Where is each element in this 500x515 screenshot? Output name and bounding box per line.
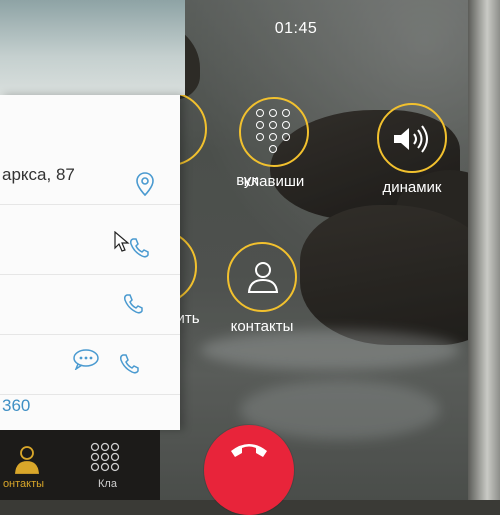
contact-header-photo (0, 0, 185, 95)
phone-icon[interactable] (118, 353, 140, 375)
person-icon (15, 446, 39, 474)
phone-row[interactable] (0, 275, 180, 335)
speaker-icon (394, 125, 428, 153)
call-timer: 01:45 (274, 20, 318, 37)
tab-contacts[interactable]: онтакты (0, 430, 61, 500)
location-pin-icon[interactable] (135, 171, 155, 197)
keypad-label: клавиши (243, 173, 305, 190)
number-row[interactable]: 360 (0, 380, 180, 430)
address-text: аркса, 87 (2, 165, 75, 184)
keypad-button[interactable]: клавиши (214, 97, 334, 190)
tab-bar: онтакты Кла (0, 430, 160, 500)
speaker-label: динамик (382, 179, 442, 196)
message-icon[interactable] (72, 348, 100, 370)
hang-up-icon (231, 444, 267, 457)
phone-icon[interactable] (128, 237, 150, 259)
tab-keypad[interactable]: Кла (70, 430, 145, 500)
phone-icon[interactable] (122, 293, 144, 315)
device-bezel (468, 0, 500, 500)
tab-keypad-label: Кла (98, 478, 117, 490)
end-call-button[interactable] (204, 425, 294, 515)
address-row[interactable]: аркса, 87 (0, 145, 180, 205)
tab-contacts-label: онтакты (2, 478, 45, 490)
keypad-icon (90, 442, 120, 472)
speaker-button[interactable]: динамик (352, 103, 472, 196)
phone-row[interactable] (0, 215, 180, 275)
contacts-label: контакты (230, 318, 294, 335)
number-text: 360 (2, 396, 31, 415)
contacts-button[interactable]: контакты (202, 242, 322, 335)
keypad-icon (256, 109, 292, 155)
mouse-cursor-icon (114, 231, 130, 252)
person-icon (247, 262, 279, 293)
contact-card: аркса, 87 360 (0, 95, 180, 430)
